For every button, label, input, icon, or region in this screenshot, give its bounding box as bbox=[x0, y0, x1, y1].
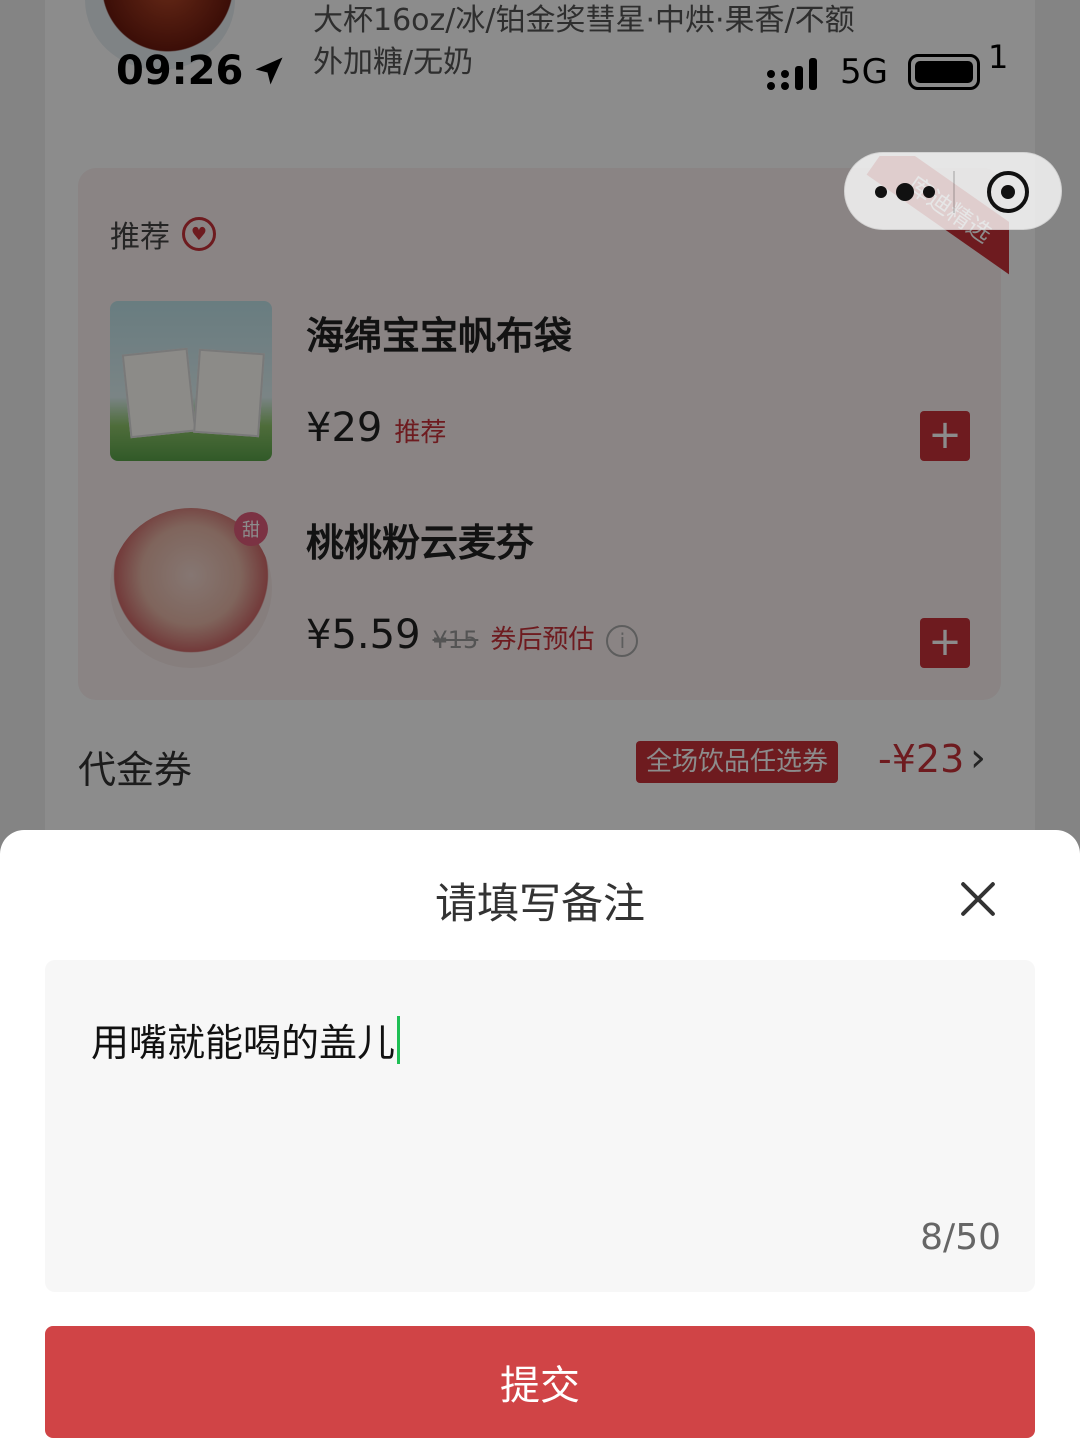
text-caret bbox=[397, 1015, 401, 1064]
location-arrow-icon bbox=[255, 57, 283, 85]
battery-extra: 1 bbox=[988, 38, 1009, 76]
char-counter: 8/50 bbox=[920, 1217, 1001, 1258]
capsule-divider bbox=[953, 171, 955, 213]
remark-text[interactable]: 用嘴就能喝的盖儿 bbox=[91, 1012, 401, 1067]
signal-icon bbox=[767, 58, 817, 90]
battery-icon bbox=[908, 54, 980, 90]
miniprogram-capsule bbox=[844, 152, 1062, 230]
remark-sheet: 请填写备注 用嘴就能喝的盖儿 8/50 提交 bbox=[0, 830, 1080, 1440]
close-miniprogram-icon[interactable] bbox=[987, 171, 1029, 213]
status-time: 09:26 bbox=[116, 48, 287, 94]
remark-input[interactable]: 用嘴就能喝的盖儿 8/50 bbox=[45, 960, 1035, 1292]
more-icon[interactable] bbox=[875, 179, 935, 205]
sheet-title: 请填写备注 bbox=[434, 879, 645, 928]
remark-value: 用嘴就能喝的盖儿 bbox=[91, 1021, 396, 1065]
clock: 09:26 bbox=[116, 48, 244, 94]
network-label: 5G bbox=[840, 52, 888, 92]
status-bar: 09:26 5G 1 bbox=[0, 0, 1080, 110]
submit-button[interactable]: 提交 bbox=[45, 1326, 1035, 1438]
close-button[interactable] bbox=[952, 874, 1004, 926]
